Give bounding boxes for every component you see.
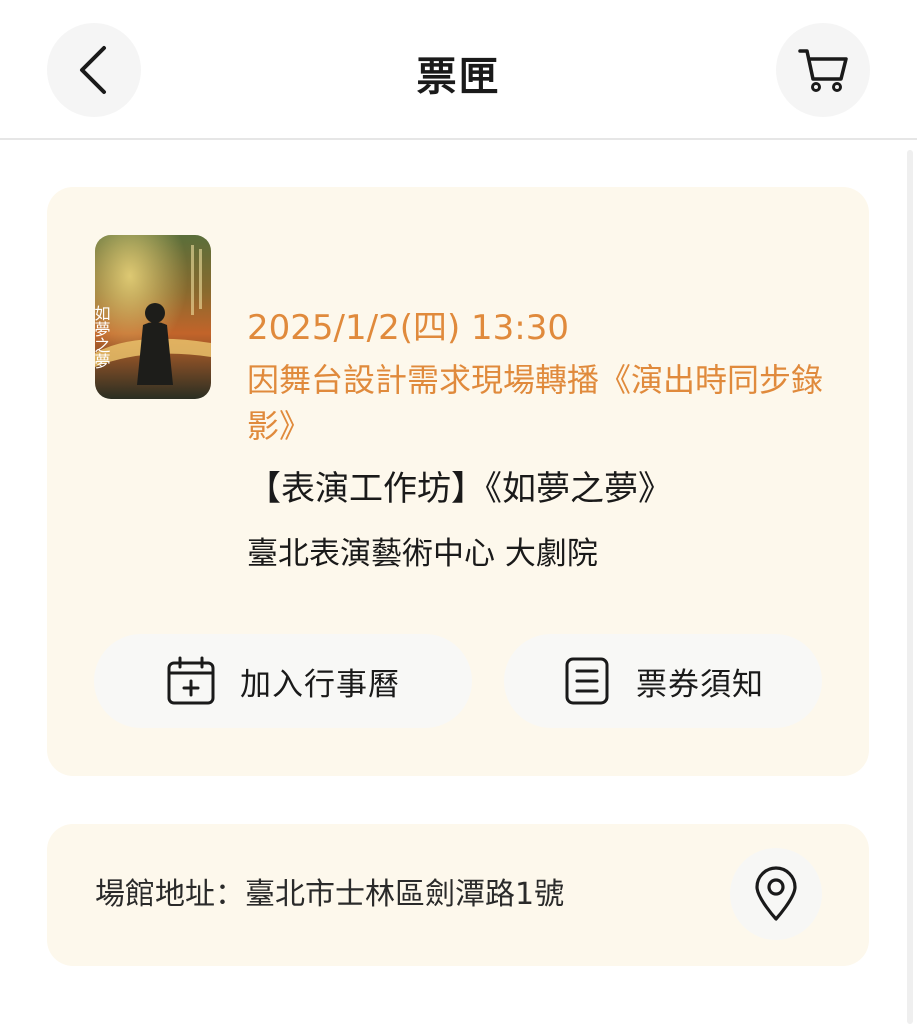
venue-address-text: 場館地址：臺北市士林區劍潭路1號 bbox=[95, 877, 565, 912]
app-header: 票匣 bbox=[0, 0, 917, 140]
calendar-add-icon bbox=[167, 656, 215, 705]
ticket-wallet-page: 票匣 如夢之夢 2025/1/2(四) 13:30 因舞台設計需求現場轉播《演出… bbox=[0, 0, 917, 1024]
venue-address-card: 場館地址：臺北市士林區劍潭路1號 bbox=[47, 824, 869, 966]
add-to-calendar-button[interactable]: 加入行事曆 bbox=[94, 634, 472, 728]
poster-title-text: 如夢之夢 bbox=[95, 305, 111, 369]
event-venue: 臺北表演藝術中心 大劇院 bbox=[247, 536, 598, 572]
cart-icon bbox=[798, 49, 848, 92]
ticket-notice-button[interactable]: 票券須知 bbox=[504, 634, 822, 728]
map-location-button[interactable] bbox=[730, 848, 822, 940]
ticket-card: 如夢之夢 2025/1/2(四) 13:30 因舞台設計需求現場轉播《演出時同步… bbox=[47, 187, 869, 776]
scrollbar[interactable] bbox=[907, 150, 913, 1024]
event-poster-image: 如夢之夢 bbox=[95, 235, 211, 399]
event-title: 【表演工作坊】《如夢之夢》 bbox=[247, 469, 672, 509]
event-datetime: 2025/1/2(四) 13:30 bbox=[247, 308, 570, 348]
document-list-icon bbox=[565, 657, 609, 705]
broadcast-notice: 因舞台設計需求現場轉播《演出時同步錄影》 bbox=[247, 361, 824, 445]
add-to-calendar-label: 加入行事曆 bbox=[240, 666, 400, 703]
ticket-notice-label: 票券須知 bbox=[636, 666, 764, 703]
cart-button[interactable] bbox=[776, 23, 870, 117]
map-pin-icon bbox=[755, 866, 797, 921]
